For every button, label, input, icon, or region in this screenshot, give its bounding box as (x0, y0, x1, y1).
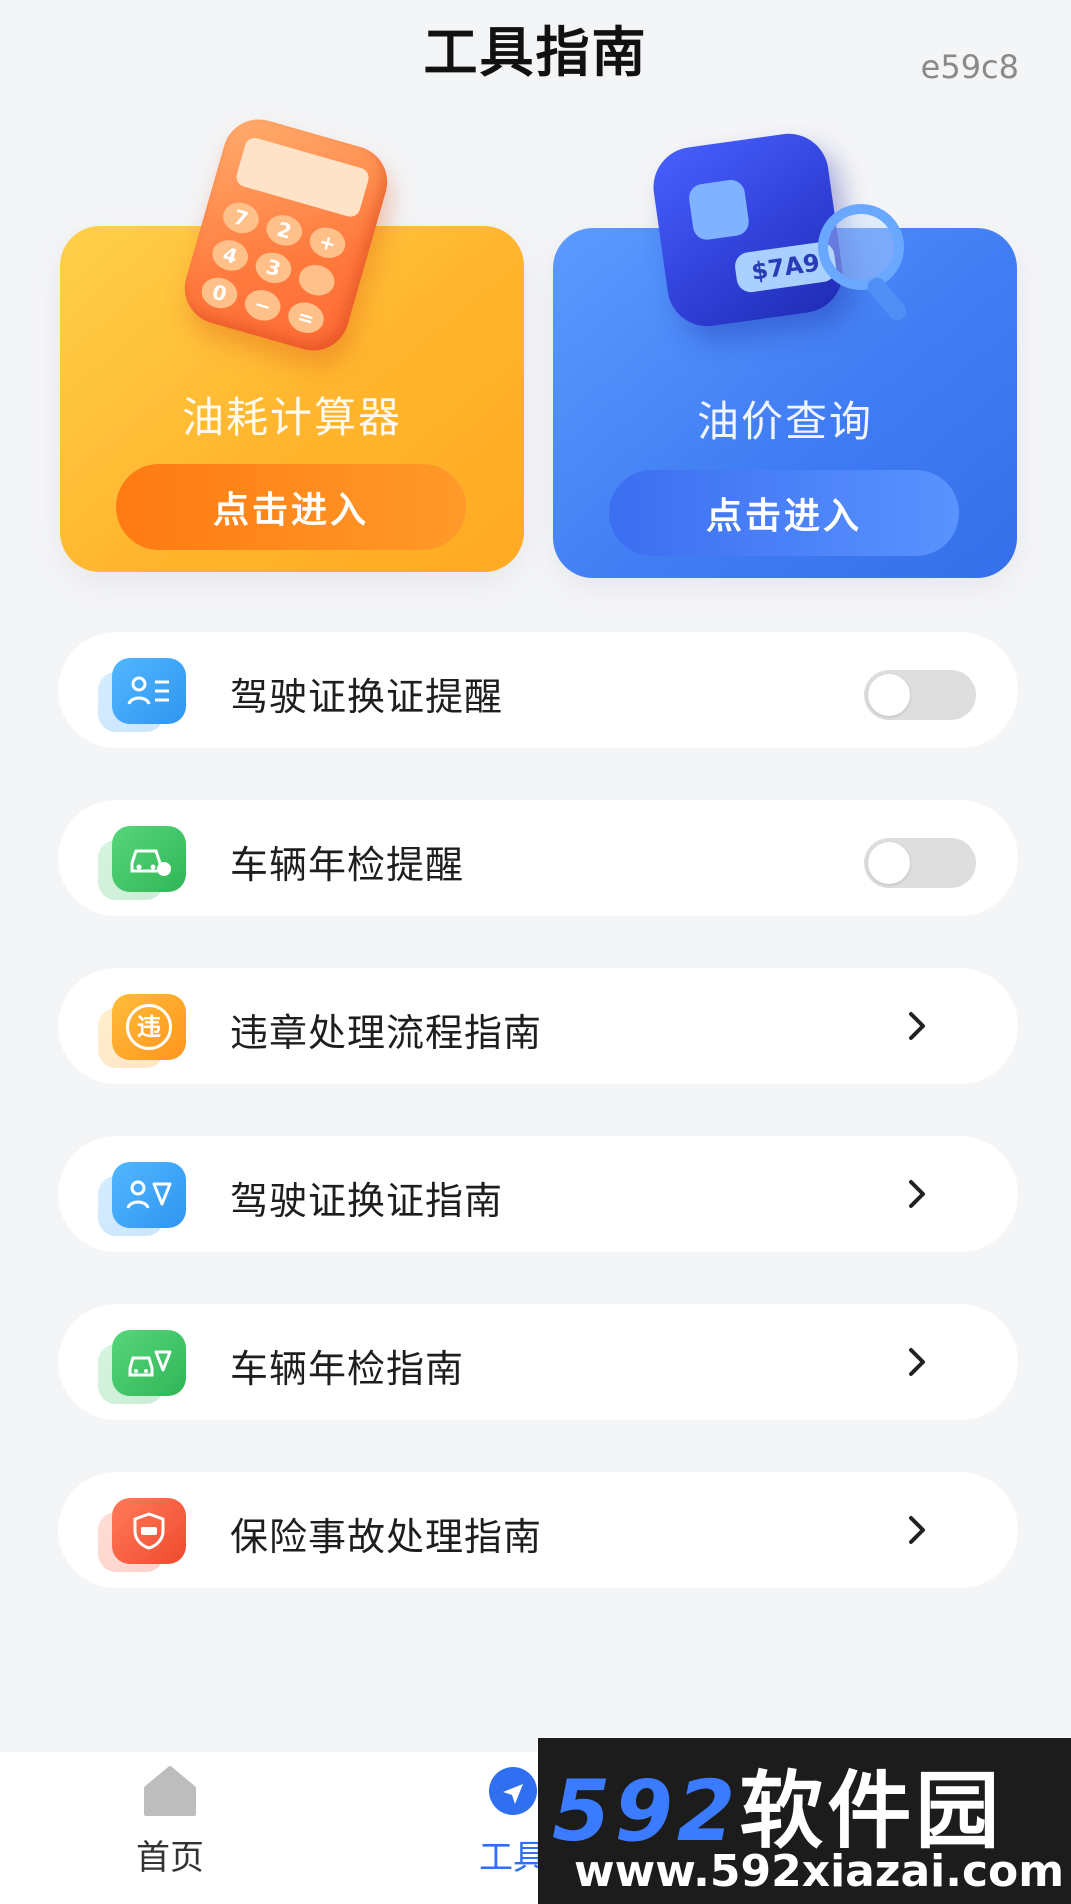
car-send-icon (112, 1330, 186, 1396)
list-item-insurance-accident-guide[interactable]: 保险事故处理指南 (58, 1472, 1018, 1588)
inspection-reminder-toggle[interactable] (864, 838, 976, 888)
chevron-right-icon (909, 1516, 925, 1544)
chevron-right-icon (909, 1180, 925, 1208)
tools-icon (489, 1767, 537, 1815)
calc-key (295, 260, 339, 300)
card-title: 油价查询 (696, 397, 873, 446)
fuel-price-icon: $7A9 (648, 128, 848, 332)
toggle-knob (868, 674, 910, 716)
calc-key: = (284, 298, 328, 338)
violation-glyph: 违 (126, 1004, 172, 1050)
calc-key: − (241, 285, 285, 325)
card-title: 油耗计算器 (181, 393, 402, 442)
list-item-vehicle-inspection-guide[interactable]: 车辆年检指南 (58, 1304, 1018, 1420)
list-item-label: 保险事故处理指南 (230, 1515, 543, 1559)
calc-key: + (306, 223, 349, 263)
watermark-url: www.592xiazai.com (574, 1846, 1065, 1897)
fuel-pump-icon (687, 178, 751, 242)
list-item-label: 驾驶证换证指南 (230, 1179, 504, 1223)
list-item-label: 车辆年检提醒 (230, 843, 465, 887)
nav-item-home[interactable]: 首页 (120, 1764, 220, 1879)
license-reminder-toggle[interactable] (864, 670, 976, 720)
calc-key: 3 (252, 248, 295, 288)
enter-fuel-price-button[interactable]: 点击进入 (609, 470, 959, 556)
page-code: e59c8 (920, 48, 1019, 86)
home-icon (144, 1766, 196, 1816)
list-item-license-renewal-reminder[interactable]: 驾驶证换证提醒 (58, 632, 1018, 748)
calc-key: 7 (219, 198, 263, 238)
calc-key: 4 (208, 236, 252, 275)
list-item-license-renewal-guide[interactable]: 驾驶证换证指南 (58, 1136, 1018, 1252)
license-send-icon (112, 1162, 186, 1228)
list-item-label: 车辆年检指南 (230, 1347, 465, 1391)
chevron-right-icon (909, 1012, 925, 1040)
violation-badge-icon: 违 (112, 994, 186, 1060)
list-item-label: 违章处理流程指南 (230, 1011, 543, 1055)
license-person-icon (112, 658, 186, 724)
toggle-knob (868, 842, 910, 884)
car-inspection-icon (112, 826, 186, 892)
page-title: 工具指南 (423, 21, 648, 84)
magnifier-icon (818, 204, 904, 290)
nav-home-label: 首页 (136, 1838, 204, 1878)
list-item-violation-guide[interactable]: 违 违章处理流程指南 (58, 968, 1018, 1084)
chevron-right-icon (909, 1348, 925, 1376)
list-item-label: 驾驶证换证提醒 (230, 675, 504, 719)
insurance-shield-icon (112, 1498, 186, 1564)
calc-key: 0 (198, 273, 241, 313)
watermark: 592软件园 www.592xiazai.com (538, 1738, 1071, 1904)
enter-fuel-calculator-button[interactable]: 点击进入 (116, 464, 466, 550)
list-item-vehicle-inspection-reminder[interactable]: 车辆年检提醒 (58, 800, 1018, 916)
calc-key: 2 (262, 210, 306, 250)
